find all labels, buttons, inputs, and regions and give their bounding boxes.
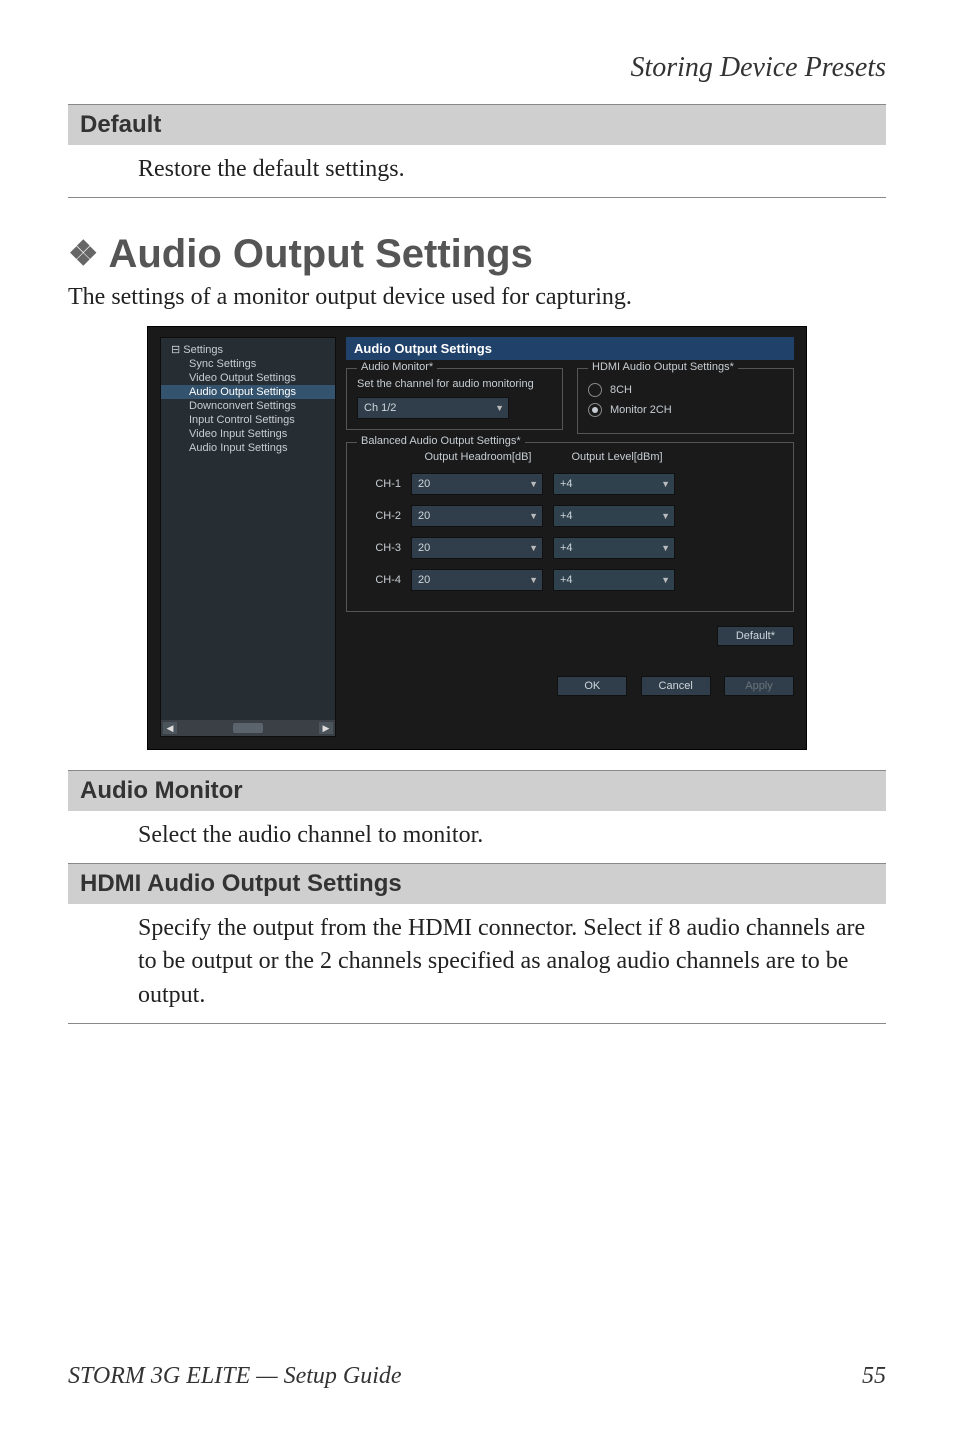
headroom-header: Output Headroom[dB] xyxy=(411,451,545,463)
tree-item[interactable]: Sync Settings xyxy=(161,357,335,371)
default-table: Default Restore the default settings. xyxy=(68,104,886,198)
page-header: Storing Device Presets xyxy=(68,52,886,84)
tree-item[interactable]: Input Control Settings xyxy=(161,413,335,427)
settings-pane: Audio Output Settings Audio Monitor* Set… xyxy=(346,337,794,737)
hdmi-group: HDMI Audio Output Settings* 8CH Monitor … xyxy=(577,368,794,434)
bal-row: CH-3 20▼ +4▼ xyxy=(357,537,783,559)
audio-monitor-label: Audio Monitor* xyxy=(357,361,437,373)
bal-row: CH-4 20▼ +4▼ xyxy=(357,569,783,591)
bal-row: CH-2 20▼ +4▼ xyxy=(357,505,783,527)
pane-title: Audio Output Settings xyxy=(346,337,794,360)
audio-monitor-select[interactable]: Ch 1/2 ▼ xyxy=(357,397,509,419)
audio-monitor-body: Select the audio channel to monitor. xyxy=(68,811,886,863)
chevron-down-icon: ▼ xyxy=(661,479,670,489)
audio-monitor-head: Audio Monitor xyxy=(68,771,886,812)
default-body: Restore the default settings. xyxy=(68,145,886,197)
tree-item[interactable]: Video Input Settings xyxy=(161,427,335,441)
audio-monitor-desc: Set the channel for audio monitoring xyxy=(357,377,552,391)
settings-tree[interactable]: ⊟ Settings Sync Settings Video Output Se… xyxy=(160,337,336,737)
cancel-button[interactable]: Cancel xyxy=(641,676,711,696)
level-select[interactable]: +4▼ xyxy=(553,537,675,559)
tree-item[interactable]: Video Output Settings xyxy=(161,371,335,385)
balanced-group-label: Balanced Audio Output Settings* xyxy=(357,435,525,447)
lower-table: Audio Monitor Select the audio channel t… xyxy=(68,770,886,1023)
default-head: Default xyxy=(68,105,886,146)
ok-button[interactable]: OK xyxy=(557,676,627,696)
section-title: Audio Output Settings xyxy=(108,232,532,276)
scroll-left-icon[interactable]: ◀ xyxy=(163,722,177,734)
headroom-select[interactable]: 20▼ xyxy=(411,537,543,559)
hdmi-monitor2ch-option[interactable]: Monitor 2CH xyxy=(588,403,783,417)
scroll-right-icon[interactable]: ▶ xyxy=(319,722,333,734)
apply-button[interactable]: Apply xyxy=(724,676,794,696)
section-heading: ❖Audio Output Settings xyxy=(68,232,886,277)
hdmi-body: Specify the output from the HDMI connect… xyxy=(68,904,886,1023)
tree-item-selected[interactable]: Audio Output Settings xyxy=(161,385,335,399)
section-intro: The settings of a monitor output device … xyxy=(68,281,886,315)
chevron-down-icon: ▼ xyxy=(529,511,538,521)
page: Storing Device Presets Default Restore t… xyxy=(0,0,954,1432)
hdmi-head: HDMI Audio Output Settings xyxy=(68,863,886,904)
dialog-screenshot: ⊟ Settings Sync Settings Video Output Se… xyxy=(147,326,807,750)
footer-left: STORM 3G ELITE — Setup Guide xyxy=(68,1363,402,1390)
tree-scrollbar[interactable]: ◀ ▶ xyxy=(161,720,335,736)
level-select[interactable]: +4▼ xyxy=(553,473,675,495)
headroom-select[interactable]: 20▼ xyxy=(411,505,543,527)
chevron-down-icon: ▼ xyxy=(529,479,538,489)
scroll-thumb[interactable] xyxy=(233,723,263,733)
hdmi-8ch-option[interactable]: 8CH xyxy=(588,383,783,397)
chevron-down-icon: ▼ xyxy=(495,403,504,413)
level-select[interactable]: +4▼ xyxy=(553,569,675,591)
chevron-down-icon: ▼ xyxy=(661,575,670,585)
radio-icon xyxy=(588,403,602,417)
tree-item[interactable]: Downconvert Settings xyxy=(161,399,335,413)
headroom-select[interactable]: 20▼ xyxy=(411,569,543,591)
level-header: Output Level[dBm] xyxy=(555,451,679,463)
hdmi-group-label: HDMI Audio Output Settings* xyxy=(588,361,738,373)
diamond-icon: ❖ xyxy=(68,234,98,274)
bal-row: CH-1 20▼ +4▼ xyxy=(357,473,783,495)
audio-monitor-group: Audio Monitor* Set the channel for audio… xyxy=(346,368,563,430)
tree-item[interactable]: Audio Input Settings xyxy=(161,441,335,455)
tree-root[interactable]: ⊟ Settings xyxy=(161,342,335,357)
chevron-down-icon: ▼ xyxy=(529,543,538,553)
chevron-down-icon: ▼ xyxy=(529,575,538,585)
balanced-group: Balanced Audio Output Settings* Output H… xyxy=(346,442,794,612)
level-select[interactable]: +4▼ xyxy=(553,505,675,527)
radio-icon xyxy=(588,383,602,397)
chevron-down-icon: ▼ xyxy=(661,511,670,521)
page-footer: STORM 3G ELITE — Setup Guide 55 xyxy=(68,1363,886,1390)
footer-page-number: 55 xyxy=(862,1363,886,1390)
headroom-select[interactable]: 20▼ xyxy=(411,473,543,495)
chevron-down-icon: ▼ xyxy=(661,543,670,553)
default-button[interactable]: Default* xyxy=(717,626,794,646)
